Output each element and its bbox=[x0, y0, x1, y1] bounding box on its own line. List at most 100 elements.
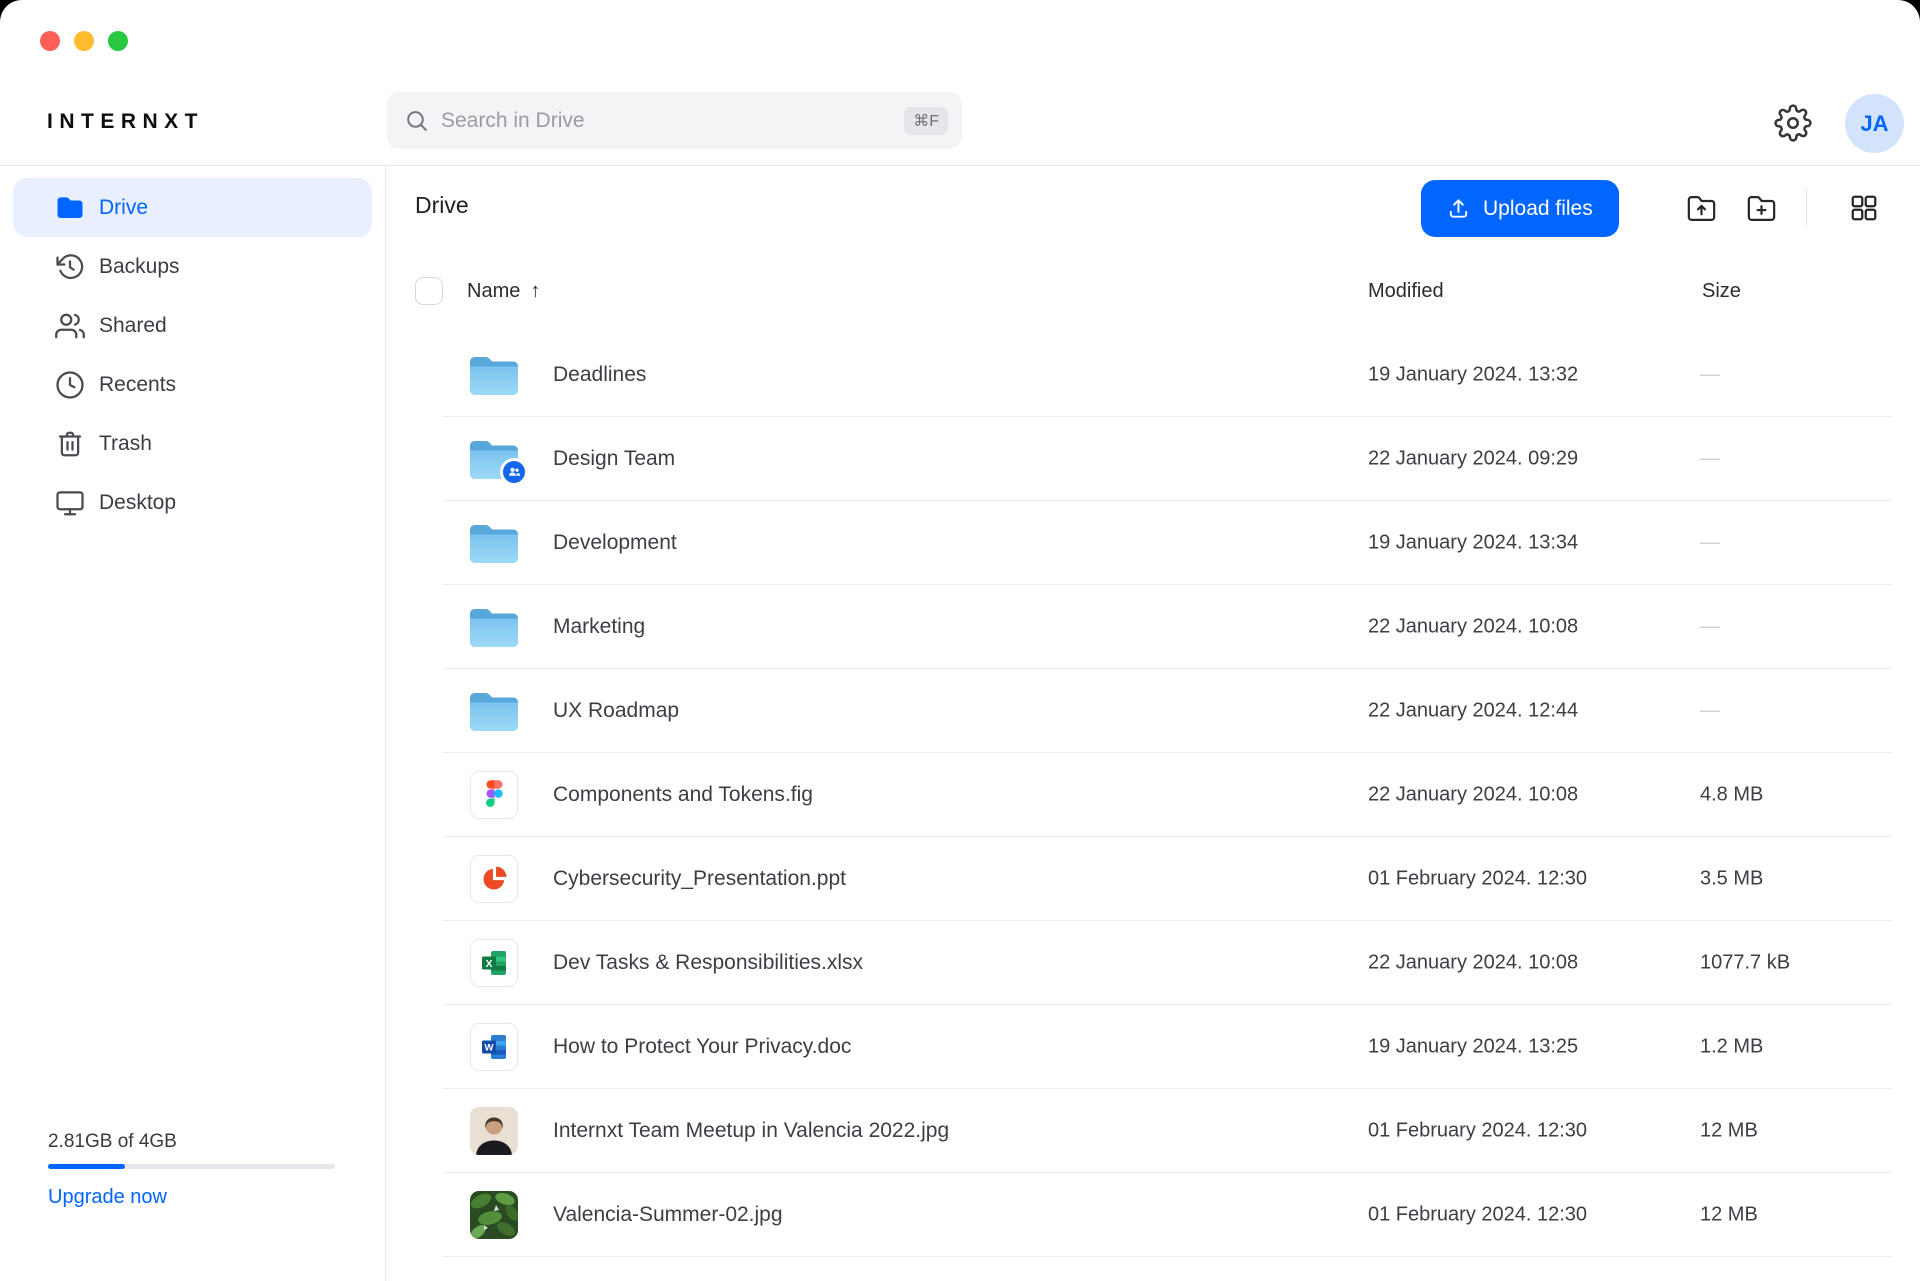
table-row[interactable]: Marketing 22 January 2024. 10:08 — bbox=[443, 585, 1892, 669]
grid-view-button[interactable] bbox=[1841, 185, 1887, 231]
maximize-window-button[interactable] bbox=[108, 31, 128, 51]
page-title: Drive bbox=[415, 192, 469, 219]
sidebar-item-label: Trash bbox=[99, 432, 152, 456]
file-name: Components and Tokens.fig bbox=[553, 783, 813, 807]
sidebar-item-recents[interactable]: Recents bbox=[13, 355, 372, 414]
row-icon-cell bbox=[467, 1191, 521, 1239]
desktop-icon bbox=[55, 488, 85, 518]
table-row[interactable]: Valencia-Summer-02.jpg 01 February 2024.… bbox=[443, 1173, 1892, 1257]
file-size: — bbox=[1700, 363, 1720, 386]
column-header-size[interactable]: Size bbox=[1702, 280, 1741, 303]
sidebar-item-trash[interactable]: Trash bbox=[13, 414, 372, 473]
file-size: 1077.7 kB bbox=[1700, 951, 1790, 974]
file-name: UX Roadmap bbox=[553, 699, 679, 723]
internxt-logo: INTERNXT bbox=[47, 110, 204, 134]
sidebar-item-label: Backups bbox=[99, 255, 180, 279]
table-row[interactable]: Design Team 22 January 2024. 09:29 — bbox=[443, 417, 1892, 501]
folder-icon bbox=[468, 353, 520, 397]
select-all-checkbox[interactable] bbox=[415, 277, 443, 305]
new-folder-button[interactable] bbox=[1738, 185, 1784, 231]
modified-date: 22 January 2024. 12:44 bbox=[1368, 699, 1578, 722]
modified-date: 01 February 2024. 12:30 bbox=[1368, 1119, 1587, 1142]
table-row[interactable]: W How to Protect Your Privacy.doc 19 Jan… bbox=[443, 1005, 1892, 1089]
modified-date: 01 February 2024. 12:30 bbox=[1368, 1203, 1587, 1226]
excel-icon: X bbox=[470, 939, 518, 987]
sidebar-item-desktop[interactable]: Desktop bbox=[13, 473, 372, 532]
search-input[interactable]: Search in Drive ⌘F bbox=[387, 92, 962, 149]
modified-date: 19 January 2024. 13:34 bbox=[1368, 531, 1578, 554]
sidebar-item-shared[interactable]: Shared bbox=[13, 296, 372, 355]
word-icon: W bbox=[470, 1023, 518, 1071]
row-icon-cell bbox=[467, 689, 521, 733]
close-window-button[interactable] bbox=[40, 31, 60, 51]
modified-date: 22 January 2024. 10:08 bbox=[1368, 783, 1578, 806]
search-placeholder: Search in Drive bbox=[441, 109, 904, 133]
row-icon-cell bbox=[467, 855, 521, 903]
folder-icon bbox=[468, 521, 520, 565]
file-size: 3.5 MB bbox=[1700, 867, 1763, 890]
storage-progress-fill bbox=[48, 1164, 125, 1169]
row-icon-cell bbox=[467, 771, 521, 819]
row-icon-cell bbox=[467, 437, 521, 481]
search-icon bbox=[404, 108, 429, 133]
folder-icon bbox=[468, 605, 520, 649]
table-row[interactable]: X Dev Tasks & Responsibilities.xlsx 22 J… bbox=[443, 921, 1892, 1005]
modified-date: 22 January 2024. 09:29 bbox=[1368, 447, 1578, 470]
storage-usage-text: 2.81GB of 4GB bbox=[48, 1131, 335, 1153]
column-header-name[interactable]: Name↑ bbox=[467, 280, 540, 303]
sidebar-item-label: Desktop bbox=[99, 491, 176, 515]
backups-icon bbox=[55, 252, 85, 282]
grid-view-icon bbox=[1849, 193, 1879, 223]
sidebar-item-backups[interactable]: Backups bbox=[13, 237, 372, 296]
upgrade-link[interactable]: Upgrade now bbox=[48, 1186, 335, 1209]
svg-text:X: X bbox=[485, 957, 492, 969]
minimize-window-button[interactable] bbox=[74, 31, 94, 51]
table-row[interactable]: Development 19 January 2024. 13:34 — bbox=[443, 501, 1892, 585]
upload-files-button[interactable]: Upload files bbox=[1421, 180, 1619, 237]
row-icon-cell bbox=[467, 1107, 521, 1155]
modified-date: 01 February 2024. 12:30 bbox=[1368, 867, 1587, 890]
file-name: Design Team bbox=[553, 447, 675, 471]
window-controls bbox=[40, 31, 128, 51]
file-name: Cybersecurity_Presentation.ppt bbox=[553, 867, 846, 891]
modified-date: 22 January 2024. 10:08 bbox=[1368, 615, 1578, 638]
table-row[interactable]: Components and Tokens.fig 22 January 202… bbox=[443, 753, 1892, 837]
file-name: Internxt Team Meetup in Valencia 2022.jp… bbox=[553, 1119, 949, 1143]
modified-date: 22 January 2024. 10:08 bbox=[1368, 951, 1578, 974]
svg-text:W: W bbox=[485, 1042, 494, 1053]
powerpoint-icon bbox=[470, 855, 518, 903]
column-header-modified[interactable]: Modified bbox=[1368, 280, 1444, 303]
table-row[interactable]: Cybersecurity_Presentation.ppt 01 Februa… bbox=[443, 837, 1892, 921]
avatar[interactable]: JA bbox=[1845, 94, 1904, 153]
folder-upload-icon bbox=[1686, 193, 1717, 224]
folder-plus-icon bbox=[1746, 193, 1777, 224]
shared-badge-icon bbox=[500, 458, 528, 486]
main-content: Drive Upload files bbox=[386, 166, 1920, 1281]
row-icon-cell bbox=[467, 521, 521, 565]
settings-button[interactable] bbox=[1771, 101, 1815, 145]
file-name: How to Protect Your Privacy.doc bbox=[553, 1035, 851, 1059]
photo-portrait-thumbnail bbox=[470, 1107, 518, 1155]
sidebar-item-drive[interactable]: Drive bbox=[13, 178, 372, 237]
table-row[interactable]: Deadlines 19 January 2024. 13:32 — bbox=[443, 333, 1892, 417]
row-icon-cell bbox=[467, 605, 521, 649]
file-rows: Deadlines 19 January 2024. 13:32 — Desig… bbox=[443, 333, 1892, 1257]
modified-date: 19 January 2024. 13:25 bbox=[1368, 1035, 1578, 1058]
folder-icon bbox=[55, 193, 85, 223]
sidebar-item-label: Shared bbox=[99, 314, 167, 338]
figma-icon bbox=[470, 771, 518, 819]
upload-icon bbox=[1447, 197, 1470, 220]
upload-folder-button[interactable] bbox=[1678, 185, 1724, 231]
table-row[interactable]: UX Roadmap 22 January 2024. 12:44 — bbox=[443, 669, 1892, 753]
app-window: INTERNXT Search in Drive ⌘F JA Drive bbox=[0, 0, 1920, 1281]
row-icon-cell bbox=[467, 353, 521, 397]
row-icon-cell: X bbox=[467, 939, 521, 987]
column-name-label: Name bbox=[467, 280, 520, 302]
search-shortcut-badge: ⌘F bbox=[904, 107, 948, 135]
photo-leaves-thumbnail bbox=[470, 1191, 518, 1239]
folder-icon bbox=[468, 437, 520, 481]
file-size: — bbox=[1700, 699, 1720, 722]
table-row[interactable]: Internxt Team Meetup in Valencia 2022.jp… bbox=[443, 1089, 1892, 1173]
file-name: Valencia-Summer-02.jpg bbox=[553, 1203, 783, 1227]
row-icon-cell: W bbox=[467, 1023, 521, 1071]
